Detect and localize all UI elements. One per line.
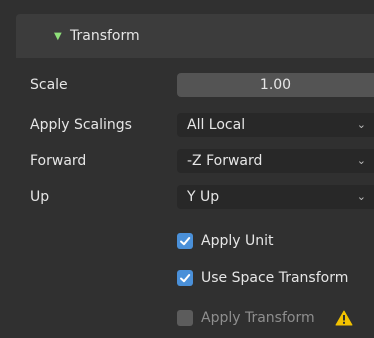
use-space-transform-checkbox-row[interactable]: Use Space Transform (177, 267, 348, 289)
triangle-down-icon: ▼ (54, 30, 62, 42)
transform-panel-header[interactable]: ▼ Transform (16, 14, 374, 58)
apply-transform-checkbox-row[interactable]: Apply Transform (177, 307, 353, 329)
chevron-down-icon: ⌄ (356, 154, 366, 167)
scale-input[interactable]: 1.00 (177, 73, 374, 97)
up-dropdown[interactable]: Y Up ⌄ (177, 185, 374, 209)
use-space-transform-checkbox[interactable] (177, 270, 193, 286)
apply-unit-label: Apply Unit (201, 233, 274, 249)
checkmark-icon (180, 274, 191, 283)
chevron-down-icon: ⌄ (356, 118, 366, 131)
up-label: Up (30, 189, 50, 205)
forward-row: Forward -Z Forward ⌄ (0, 149, 374, 173)
forward-label: Forward (30, 153, 87, 169)
checkmark-icon (180, 237, 191, 246)
apply-unit-checkbox[interactable] (177, 233, 193, 249)
chevron-down-icon: ⌄ (356, 190, 366, 203)
export-settings-panel: ▼ Transform Scale 1.00 Apply Scalings Al… (0, 0, 374, 338)
forward-value: -Z Forward (187, 153, 263, 169)
apply-scalings-dropdown[interactable]: All Local ⌄ (177, 113, 374, 137)
up-value: Y Up (187, 189, 220, 205)
scale-label: Scale (30, 77, 68, 93)
panel-title: Transform (70, 28, 140, 44)
apply-transform-checkbox[interactable] (177, 310, 193, 326)
apply-scalings-row: Apply Scalings All Local ⌄ (0, 113, 374, 137)
apply-scalings-value: All Local (187, 117, 246, 133)
scale-row: Scale 1.00 (0, 73, 374, 97)
apply-scalings-label: Apply Scalings (30, 117, 132, 133)
apply-transform-label: Apply Transform (201, 310, 315, 326)
up-row: Up Y Up ⌄ (0, 185, 374, 209)
warning-icon (335, 310, 353, 326)
use-space-transform-label: Use Space Transform (201, 270, 349, 286)
forward-dropdown[interactable]: -Z Forward ⌄ (177, 149, 374, 173)
apply-unit-checkbox-row[interactable]: Apply Unit (177, 230, 273, 252)
